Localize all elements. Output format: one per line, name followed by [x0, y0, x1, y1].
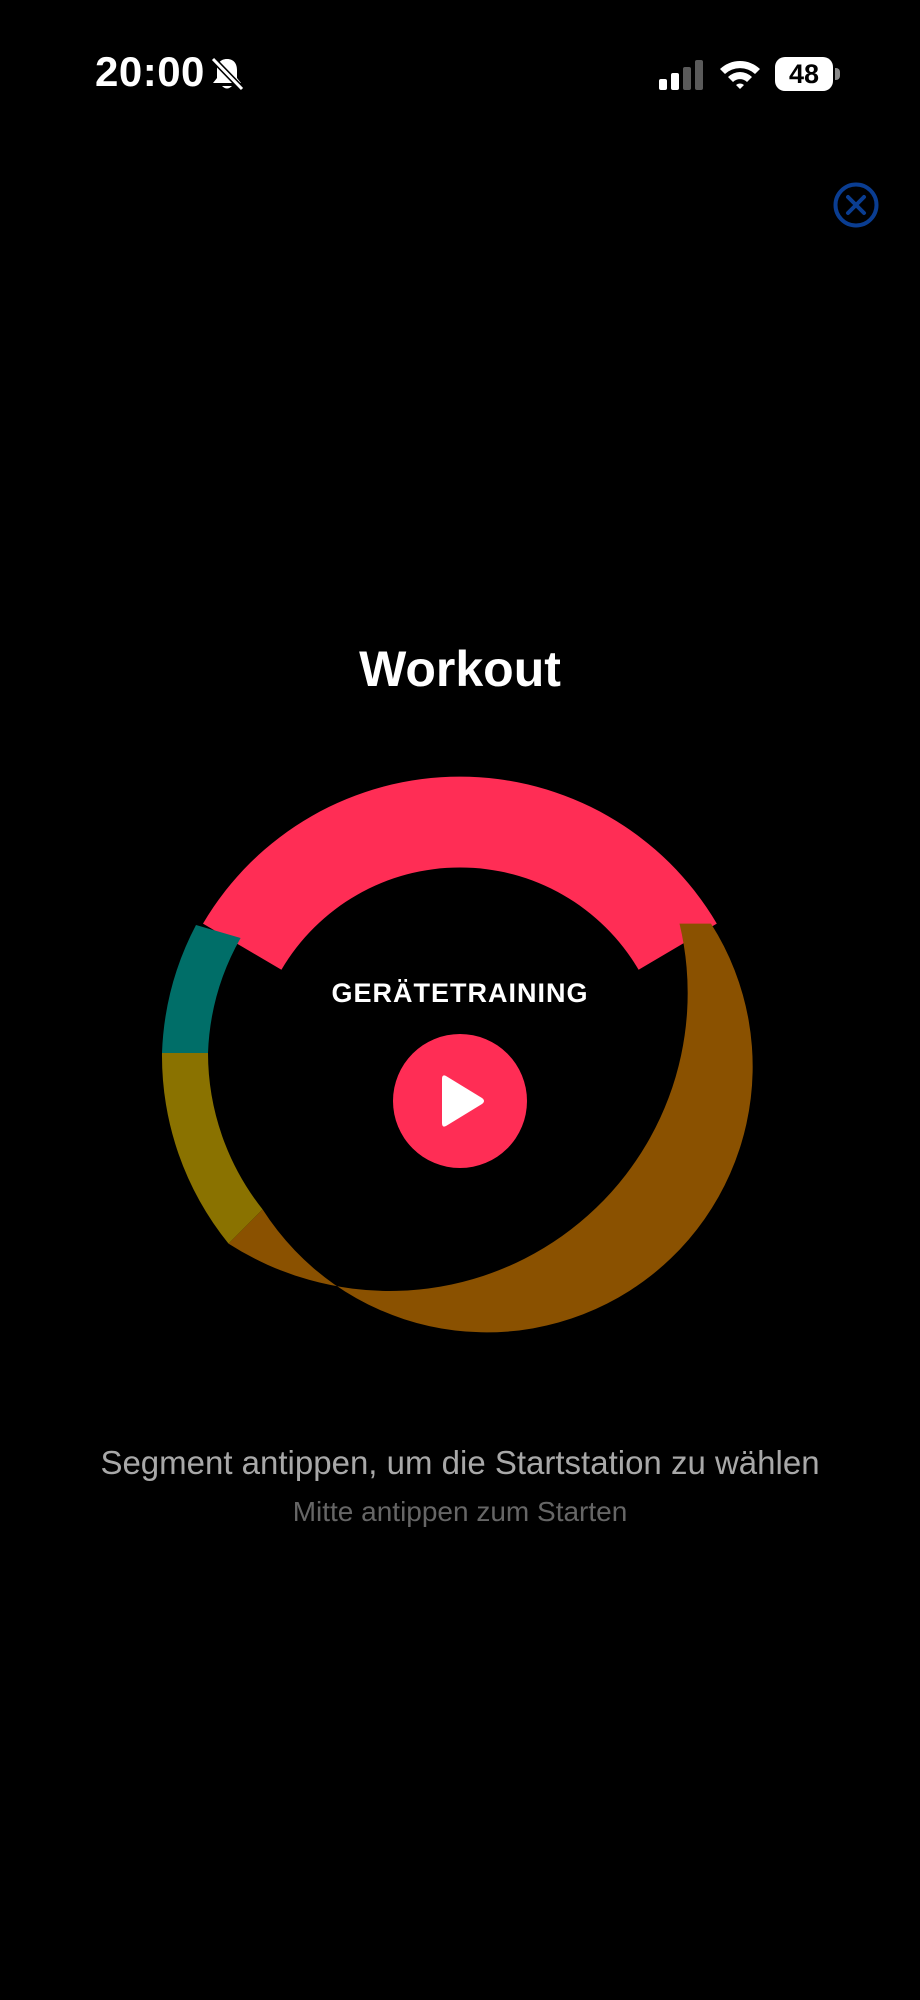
- play-icon: [442, 1075, 484, 1127]
- page-title: Workout: [359, 641, 561, 697]
- wifi-icon: [720, 61, 760, 89]
- bell-slash-icon: [210, 56, 244, 92]
- battery-icon: 48: [775, 57, 841, 91]
- hint-primary: Segment antippen, um die Startstation zu…: [100, 1444, 820, 1481]
- cellular-signal-icon: [659, 60, 703, 90]
- close-circle-icon: [833, 182, 879, 228]
- play-button[interactable]: [393, 1034, 527, 1168]
- hint-secondary: Mitte antippen zum Starten: [292, 1496, 628, 1527]
- battery-level: 48: [788, 59, 820, 89]
- segment-teal[interactable]: [162, 925, 241, 1053]
- status-bar: 20:00 48: [0, 0, 920, 150]
- battery-tip: [835, 68, 840, 80]
- close-button[interactable]: [833, 182, 879, 228]
- segment-selected[interactable]: [203, 776, 717, 970]
- segment-olive[interactable]: [161, 1053, 263, 1244]
- station-label: GERÄTETRAINING: [331, 978, 589, 1008]
- status-time: 20:00: [95, 48, 205, 95]
